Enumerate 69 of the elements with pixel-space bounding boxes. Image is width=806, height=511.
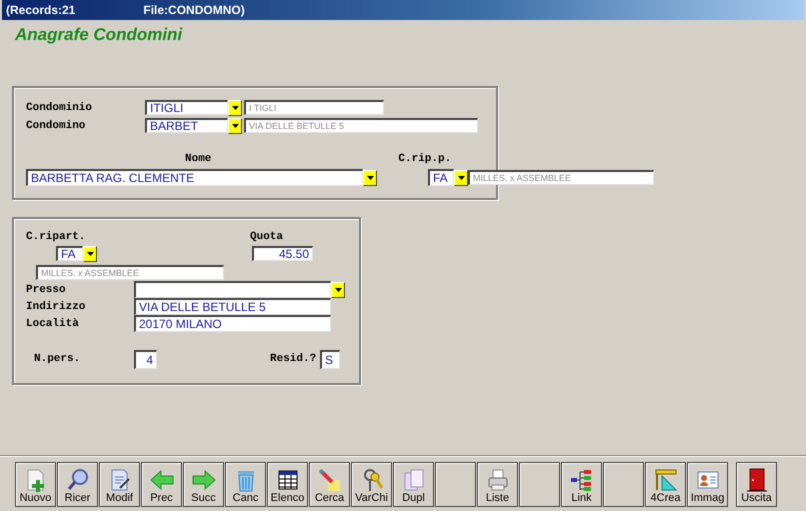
toolbar-button[interactable]: VarChi bbox=[351, 462, 392, 506]
code-field[interactable]: BARBET bbox=[145, 118, 228, 133]
ruler-triangle-icon bbox=[654, 468, 678, 492]
toolbar-button[interactable]: Uscita bbox=[736, 462, 777, 506]
name-field[interactable]: BARBETTA RAG. CLEMENTE bbox=[26, 169, 363, 186]
caret-icon bbox=[334, 288, 342, 292]
field-label: Nome bbox=[185, 153, 212, 165]
toolbar-button[interactable]: Canc bbox=[225, 462, 266, 506]
dropdown-button[interactable] bbox=[228, 118, 242, 134]
toolbar-button[interactable]: Modif bbox=[99, 462, 140, 506]
empty-toolbar-button[interactable] bbox=[519, 462, 560, 506]
field-label: Indirizzo bbox=[26, 300, 86, 312]
toolbar-button[interactable]: Dupl bbox=[393, 462, 434, 506]
records-count: (Records:21 bbox=[6, 3, 76, 17]
toolbar-button[interactable]: Cerca bbox=[309, 462, 350, 506]
toolbar-button[interactable]: Elenco bbox=[267, 462, 308, 506]
right-arrow-icon bbox=[192, 468, 216, 492]
caret-icon bbox=[232, 106, 238, 110]
code-field[interactable]: FA bbox=[56, 246, 83, 261]
left-arrow-icon bbox=[150, 468, 174, 492]
toolbar-button[interactable]: Immag bbox=[687, 462, 728, 506]
field-label: C.rip.p. bbox=[398, 153, 452, 165]
file-name: File:CONDOMNO) bbox=[143, 3, 245, 17]
copy-pages-icon bbox=[402, 468, 426, 492]
dropdown-button[interactable] bbox=[83, 246, 97, 262]
field-label: Condomino bbox=[26, 120, 86, 132]
resident-field[interactable]: S bbox=[320, 350, 340, 368]
field-label: Presso bbox=[26, 284, 67, 296]
empty-toolbar-button[interactable] bbox=[603, 462, 644, 506]
toolbar-button[interactable]: Link bbox=[561, 462, 602, 506]
empty-toolbar-button[interactable] bbox=[435, 462, 476, 506]
caret-icon bbox=[86, 252, 94, 256]
toolbar-button[interactable]: Nuovo bbox=[15, 462, 56, 506]
description-field: MILLES. x ASSEMBLEE bbox=[36, 265, 224, 280]
field-label: Condominio bbox=[26, 102, 94, 114]
dropdown-button[interactable] bbox=[228, 100, 242, 116]
printer-icon bbox=[486, 468, 510, 492]
toolbar-button[interactable]: Liste bbox=[477, 462, 518, 506]
toolbar-button[interactable]: Prec bbox=[141, 462, 182, 506]
toolbar-button[interactable]: Succ bbox=[183, 462, 224, 506]
toolbar-button[interactable]: Ricer bbox=[57, 462, 98, 506]
magnifier-icon bbox=[66, 468, 90, 492]
field-label: N.pers. bbox=[34, 353, 82, 365]
persons-field[interactable]: 4 bbox=[134, 350, 157, 368]
form-title: Anagrafe Condomini bbox=[15, 25, 182, 45]
description-field: VIA DELLE BETULLE 5 bbox=[244, 118, 478, 133]
caret-icon bbox=[458, 176, 464, 180]
tree-diagram-icon bbox=[570, 468, 594, 492]
presso-field[interactable] bbox=[134, 281, 331, 298]
caret-icon bbox=[232, 124, 238, 128]
field-label: Quota bbox=[250, 231, 284, 243]
description-field: I TIGLI bbox=[244, 100, 384, 115]
dropdown-button[interactable] bbox=[454, 170, 468, 186]
dropdown-button[interactable] bbox=[331, 282, 345, 298]
toolbar-button[interactable]: 4Crea bbox=[645, 462, 686, 506]
highlighter-icon bbox=[318, 468, 342, 492]
field-label: C.ripart. bbox=[26, 231, 86, 243]
dropdown-button[interactable] bbox=[363, 170, 377, 186]
field-label: Resid.? bbox=[270, 353, 318, 365]
code-field[interactable]: FA bbox=[428, 169, 454, 186]
address-field[interactable]: VIA DELLE BETULLE 5 bbox=[134, 298, 331, 315]
caret-icon bbox=[366, 176, 374, 180]
description-field: MILLES. x ASSEMBLEE bbox=[468, 170, 654, 185]
city-field[interactable]: 20170 MILANO bbox=[134, 315, 331, 332]
field-label: Località bbox=[26, 318, 80, 330]
quota-field[interactable]: 45.50 bbox=[252, 246, 313, 261]
code-field[interactable]: ITIGLI bbox=[145, 100, 228, 115]
door-icon bbox=[744, 468, 768, 492]
table-icon bbox=[276, 468, 300, 492]
